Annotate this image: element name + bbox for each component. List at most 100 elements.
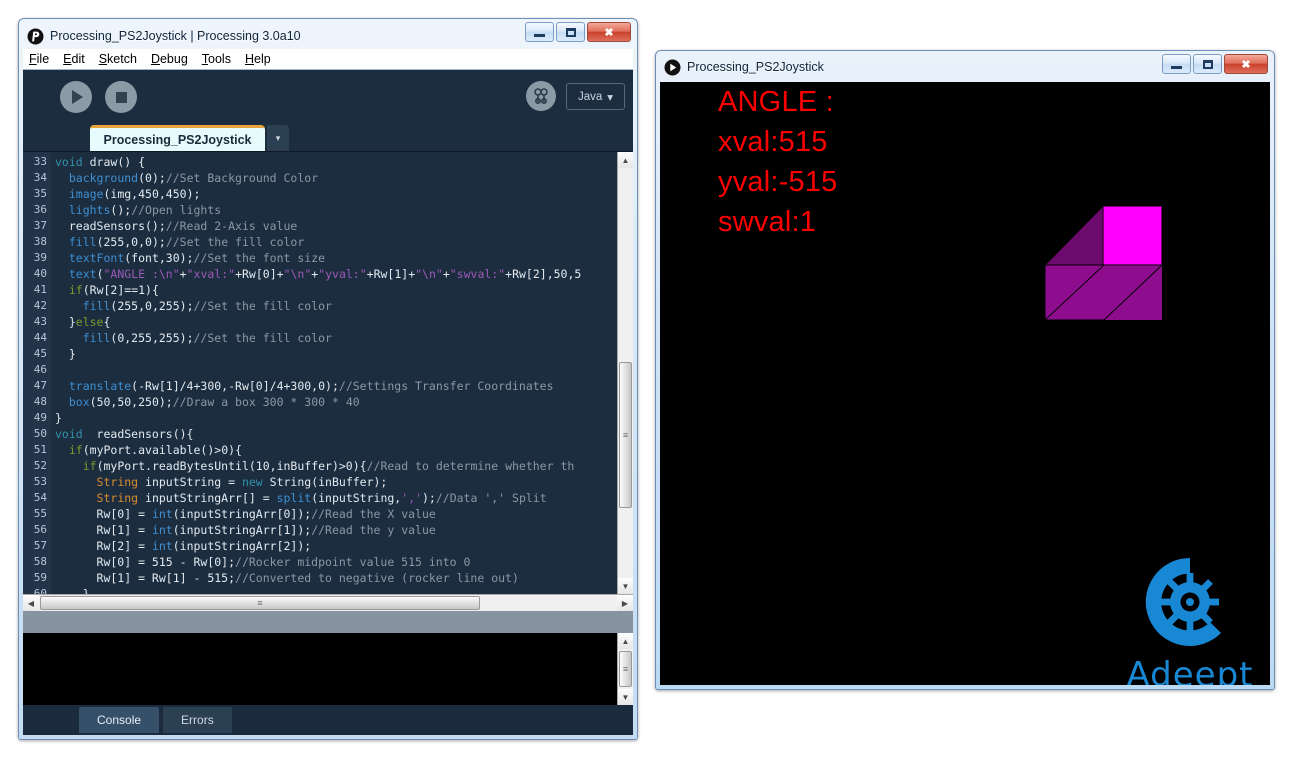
line-number: 43 <box>33 315 47 328</box>
code-token: if <box>68 283 83 297</box>
tab-menu-button[interactable]: ▾ <box>267 125 289 151</box>
line-number: 39 <box>33 251 47 264</box>
code-token: (50,50,250); <box>89 395 173 409</box>
line-number: 44 <box>33 331 47 344</box>
code-line: Rw[1] = Rw[1] - 515;//Converted to negat… <box>51 570 617 586</box>
debugger-toggle-icon[interactable] <box>526 81 556 111</box>
scroll-up-arrow[interactable]: ▲ <box>618 152 633 168</box>
code-line: background(0);//Set Background Color <box>51 170 617 186</box>
code-token: fill <box>82 331 111 345</box>
code-token: //Set the fill color <box>193 331 332 345</box>
tab-processing-ps2joystick[interactable]: Processing_PS2Joystick <box>90 125 265 151</box>
line-number: 37 <box>33 219 47 232</box>
menu-tools[interactable]: Tools <box>202 52 231 66</box>
grip-icon: ≡ <box>622 664 629 674</box>
mode-label: Java <box>577 90 603 103</box>
editor-vertical-scrollbar[interactable]: ▲ ≡ ▼ <box>617 152 633 594</box>
code-token: //Set the fill color <box>165 235 305 249</box>
menu-debug[interactable]: Debug <box>151 52 188 66</box>
sketch-minimize-button[interactable] <box>1162 54 1191 74</box>
code-token: +Rw[2],50,5 <box>505 267 582 281</box>
pde-titlebar[interactable]: Processing_PS2Joystick | Processing 3.0a… <box>23 22 633 49</box>
sketch-canvas[interactable]: ANGLE : xval:515 yval:-515 swval:1 Adeep… <box>660 82 1270 685</box>
code-token: (255,0,0); <box>96 235 166 249</box>
code-text-area[interactable]: void draw() { background(0);//Set Backgr… <box>51 152 617 594</box>
grip-icon: ≡ <box>622 430 629 440</box>
console-scroll-down-arrow[interactable]: ▼ <box>618 689 633 705</box>
code-line: } <box>51 410 617 426</box>
scroll-right-arrow[interactable]: ▶ <box>617 595 633 611</box>
code-token: "swval:" <box>449 267 506 281</box>
code-line: } <box>51 586 617 594</box>
sketch-titlebar[interactable]: Processing_PS2Joystick ✖ <box>660 54 1270 79</box>
code-token: int <box>151 523 173 537</box>
line-number: 51 <box>33 443 47 456</box>
line-number: 38 <box>33 235 47 248</box>
code-token: (-Rw[1]/4+300,-Rw[0]/4+300,0); <box>131 379 339 393</box>
console-vertical-scrollbar[interactable]: ▲ ≡ ▼ <box>617 633 633 705</box>
line-number: 52 <box>33 459 47 472</box>
scroll-down-arrow[interactable]: ▼ <box>618 578 633 594</box>
code-token: void <box>55 155 90 169</box>
menu-edit[interactable]: Edit <box>63 52 85 66</box>
code-line: if(myPort.readBytesUntil(10,inBuffer)>0)… <box>51 458 617 474</box>
code-line: Rw[1] = int(inputStringArr[1]);//Read th… <box>51 522 617 538</box>
pde-minimize-button[interactable] <box>525 22 554 42</box>
code-token: "\n" <box>415 267 443 281</box>
code-token: String <box>96 491 139 505</box>
code-token: (img,450,450); <box>103 187 201 201</box>
tab-console[interactable]: Console <box>79 707 160 733</box>
code-line: }else{ <box>51 314 617 330</box>
line-number: 55 <box>33 507 47 520</box>
code-line: text("ANGLE :\n"+"xval:"+Rw[0]+"\n"+"yva… <box>51 266 617 282</box>
grip-icon: ≡ <box>257 598 263 608</box>
editor-console-splitter[interactable] <box>23 611 633 633</box>
pde-close-button[interactable]: ✖ <box>587 22 631 42</box>
tab-errors[interactable]: Errors <box>163 707 232 733</box>
code-token: Rw[2] = <box>55 539 152 553</box>
line-number: 33 <box>33 155 47 168</box>
code-token: readSensors(); <box>55 219 166 233</box>
line-number: 42 <box>33 299 47 312</box>
horizontal-scroll-thumb[interactable]: ≡ <box>40 596 480 610</box>
menu-file[interactable]: File <box>29 52 49 66</box>
code-token: else <box>75 315 104 329</box>
code-line: Rw[2] = int(inputStringArr[2]); <box>51 538 617 554</box>
sketch-tabstrip: Processing_PS2Joystick ▾ <box>23 125 633 151</box>
code-token: if <box>68 443 83 457</box>
pde-maximize-button[interactable] <box>556 22 585 42</box>
sketch-maximize-button[interactable] <box>1193 54 1222 74</box>
line-number: 56 <box>33 523 47 536</box>
line-number: 57 <box>33 539 47 552</box>
line-number-gutter: 33 34 35 36 37 38 39 40 41 42 43 44 45 46 47 48 49 50 51 52… <box>23 152 51 600</box>
line-number: 54 <box>33 491 47 504</box>
code-token: //Converted to negative (rocker line out… <box>235 571 519 585</box>
code-token: String(inBuffer); <box>262 475 388 489</box>
vertical-scroll-thumb[interactable]: ≡ <box>619 362 632 508</box>
sketch-close-button[interactable]: ✖ <box>1224 54 1268 74</box>
code-token: { <box>103 315 111 329</box>
stop-button[interactable] <box>105 81 137 113</box>
readout-line-swval: swval:1 <box>718 206 817 238</box>
tab-console-label: Console <box>97 713 142 727</box>
scroll-left-arrow[interactable]: ◀ <box>23 595 39 611</box>
processing-ide-window: Processing_PS2Joystick | Processing 3.0a… <box>18 18 638 740</box>
code-token: background <box>68 171 139 185</box>
line-number: 58 <box>33 555 47 568</box>
editor-horizontal-scrollbar[interactable]: ◀ ≡ ▶ <box>23 594 633 611</box>
code-token: (255,0,255); <box>110 299 194 313</box>
run-button[interactable] <box>60 81 92 113</box>
readout-line-angle: ANGLE : <box>718 86 834 118</box>
menu-sketch[interactable]: Sketch <box>99 52 137 66</box>
console-scroll-up-arrow[interactable]: ▲ <box>618 633 633 649</box>
menu-help[interactable]: Help <box>245 52 271 66</box>
code-token: //Rocker midpoint value 515 into 0 <box>235 555 471 569</box>
code-token: lights <box>68 203 111 217</box>
code-token: int <box>151 539 173 553</box>
rendered-3d-box <box>1045 205 1164 321</box>
mode-selector[interactable]: Java ▾ <box>566 83 625 110</box>
code-editor[interactable]: 33 34 35 36 37 38 39 40 41 42 43 44 45 46 47 48 49 50 51 52… <box>23 151 633 600</box>
console-scroll-thumb[interactable]: ≡ <box>619 651 632 687</box>
